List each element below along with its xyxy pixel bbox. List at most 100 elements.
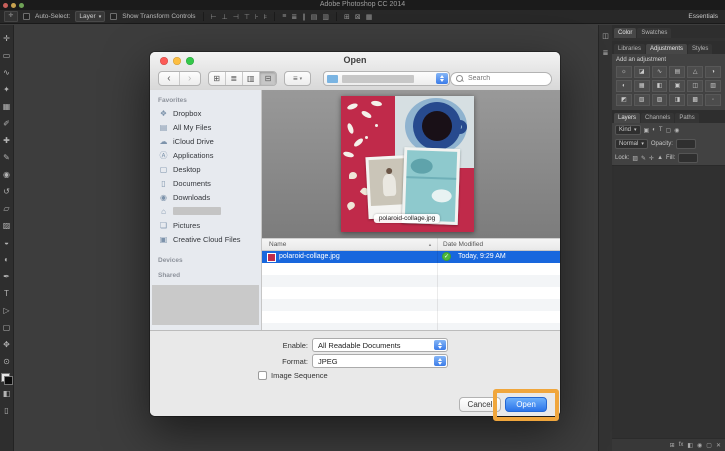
tab-color[interactable]: Color [614,28,637,38]
search-input[interactable] [466,74,548,83]
opacity-field[interactable] [675,139,696,149]
filter-shape-icon[interactable]: ▢ [666,127,672,134]
adjustment-icon[interactable]: △ [687,66,704,78]
quick-mask-icon[interactable]: ◧ [0,385,14,402]
marquee-tool[interactable]: ▭ [0,47,14,64]
adjustment-layer-icon[interactable]: ◉ [697,442,702,449]
type-tool[interactable]: T [0,285,14,302]
distribute-icon[interactable]: ∥ [302,13,306,21]
adjustment-icon[interactable]: ▣ [669,80,686,92]
align-icon[interactable]: ⊥ [222,13,228,21]
blur-tool[interactable]: ◒ [0,234,14,251]
auto-select-target-dropdown[interactable]: Layer ▾ [75,11,106,22]
distribute-icon[interactable]: ≣ [291,13,297,21]
distribute-icon[interactable]: ▥ [322,13,329,21]
adjustment-icon[interactable]: ▧ [633,94,650,106]
options-icon[interactable]: ⊠ [355,13,361,21]
adjustment-icon[interactable]: ▦ [633,80,650,92]
adjustment-icon[interactable]: ◪ [633,66,650,78]
adjustment-icon[interactable]: ◦ [705,94,721,106]
delete-layer-icon[interactable]: ✕ [716,442,721,449]
adjustment-icon[interactable]: ▥ [705,80,721,92]
sidebar-item-all-my-files[interactable]: ▤ All My Files [150,120,261,134]
sidebar-item-downloads[interactable]: ◉ Downloads [150,190,261,204]
layer-effects-icon[interactable]: fx [679,442,684,448]
distribute-icon[interactable]: ▤ [311,13,318,21]
background-color-swatch[interactable] [3,376,13,385]
align-icon[interactable]: ⊣ [233,13,239,21]
filter-pixel-icon[interactable]: ▣ [644,127,650,134]
column-header-date-modified[interactable]: Date Modified [443,241,483,248]
sidebar-item-dropbox[interactable]: ❖ Dropbox [150,106,261,120]
collapsed-panel-icon[interactable]: ◫ [602,32,609,40]
align-icon[interactable]: ⊦ [255,13,259,21]
sidebar-item-desktop[interactable]: ▢ Desktop [150,162,261,176]
show-transform-checkbox[interactable] [110,13,118,20]
format-popup[interactable]: JPEG [312,354,448,368]
align-icon[interactable]: ⊧ [264,13,268,21]
adjustment-icon[interactable]: ◐ [616,80,632,92]
filter-adjustment-icon[interactable]: ◐ [652,127,656,133]
options-icon[interactable]: ▦ [366,13,373,21]
zoom-tool[interactable]: ⊙ [0,353,14,370]
tab-paths[interactable]: Paths [675,113,699,123]
lock-all-icon[interactable]: ▲ [657,155,663,161]
sidebar-item-home[interactable]: ⌂ [150,204,261,218]
new-layer-icon[interactable]: ▢ [706,442,712,449]
list-view-button[interactable]: ≣ [224,72,242,85]
lock-pixels-icon[interactable]: ✎ [641,155,646,162]
icon-view-button[interactable]: ⊞ [209,72,225,85]
align-icon[interactable]: ⊤ [244,13,250,21]
dodge-tool[interactable]: ◐ [0,251,14,268]
align-icon[interactable]: ⊢ [211,13,217,21]
location-popup[interactable] [323,71,450,86]
sidebar-item-pictures[interactable]: ❏ Pictures [150,218,261,232]
adjustment-icon[interactable]: ◑ [705,66,721,78]
healing-brush-tool[interactable]: ✚ [0,132,14,149]
path-selection-tool[interactable]: ▷ [0,302,14,319]
lasso-tool[interactable]: ∿ [0,64,14,81]
lock-position-icon[interactable]: ✛ [649,155,654,162]
adjustment-icon[interactable]: ∿ [651,66,668,78]
history-brush-tool[interactable]: ↺ [0,183,14,200]
layer-mask-icon[interactable]: ◧ [687,442,693,449]
sidebar-item-applications[interactable]: Ⓐ Applications [150,148,261,162]
move-tool[interactable]: ✛ [0,30,14,47]
filter-type-icon[interactable]: T [659,127,663,133]
adjustment-icon[interactable]: ◩ [616,94,632,106]
hand-tool[interactable]: ✥ [0,336,14,353]
sidebar-item-icloud-drive[interactable]: ☁ iCloud Drive [150,134,261,148]
adjustment-icon[interactable]: ▩ [687,94,704,106]
adjustment-icon[interactable]: ▨ [651,94,668,106]
pen-tool[interactable]: ✒ [0,268,14,285]
fill-field[interactable] [678,153,699,163]
column-header-name[interactable]: Name [269,241,286,248]
adjustment-icon[interactable]: ◧ [651,80,668,92]
adjustment-icon[interactable]: ▤ [669,66,686,78]
column-view-button[interactable]: ▥ [241,72,259,85]
adjustment-icon[interactable]: ◫ [687,80,704,92]
sidebar-item-documents[interactable]: ▯ Documents [150,176,261,190]
workspace-switcher[interactable]: Essentials [688,13,721,20]
tab-layers[interactable]: Layers [614,113,641,123]
eyedropper-tool[interactable]: ✐ [0,115,14,132]
adjustment-icon[interactable]: ◨ [669,94,686,106]
tab-channels[interactable]: Channels [641,113,675,123]
eraser-tool[interactable]: ▱ [0,200,14,217]
tab-libraries[interactable]: Libraries [614,44,646,54]
filter-smart-icon[interactable]: ◉ [674,127,679,134]
tab-swatches[interactable]: Swatches [637,28,672,38]
clone-stamp-tool[interactable]: ◉ [0,166,14,183]
file-row-selected[interactable]: polaroid-collage.jpg ✓ Today, 9:29 AM [262,251,560,263]
tab-styles[interactable]: Styles [688,44,713,54]
tab-adjustments[interactable]: Adjustments [646,44,688,54]
collapsed-panel-icon[interactable]: ≣ [603,49,609,57]
gradient-tool[interactable]: ▨ [0,217,14,234]
tool-preset-icon[interactable]: ✛ [4,11,18,22]
lock-transparency-icon[interactable]: ▨ [632,155,638,162]
search-field[interactable] [450,71,552,86]
image-sequence-checkbox[interactable] [258,371,267,380]
brush-tool[interactable]: ✎ [0,149,14,166]
coverflow-view-button[interactable]: ⊟ [258,72,276,85]
column-divider[interactable] [437,238,438,330]
